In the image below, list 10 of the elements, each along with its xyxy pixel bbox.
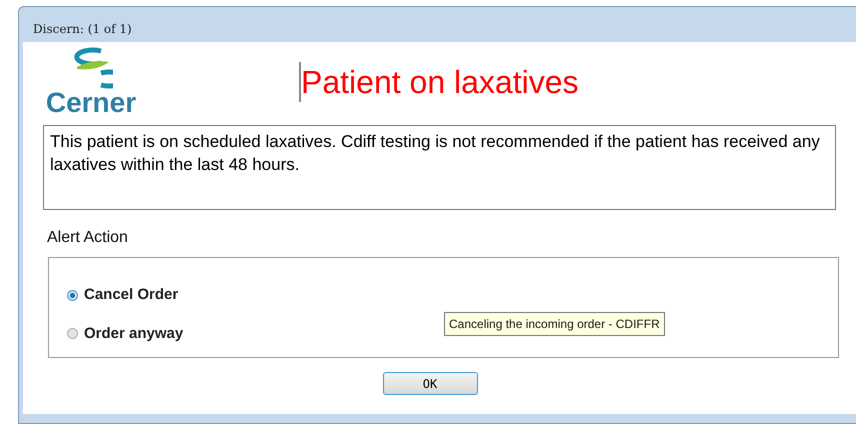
logo-text: Cerner bbox=[46, 89, 136, 117]
message-box: This patient is on scheduled laxatives. Cdiff testing is not recommended if the patient has received any laxatives within the last 48 hours. bbox=[43, 125, 836, 210]
radio-option[interactable]: Cancel Order bbox=[67, 284, 178, 306]
alert-title: Patient on laxatives bbox=[301, 63, 578, 102]
window-title: Discern: (1 of 1) bbox=[33, 21, 132, 38]
ok-button[interactable]: OK bbox=[382, 372, 478, 395]
group-label: Alert Action bbox=[47, 228, 129, 248]
radio-option[interactable]: Order anyway bbox=[67, 322, 184, 345]
text-cursor bbox=[299, 62, 301, 102]
tooltip: Canceling the incoming order - CDIFFR bbox=[444, 312, 665, 336]
